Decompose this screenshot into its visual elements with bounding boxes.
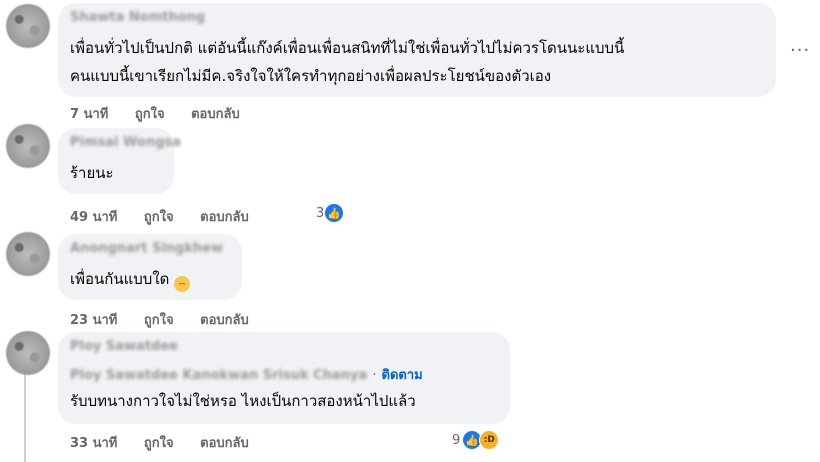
comment-bubble: Anongnart Singkhew เพื่อนกันแบบใด ‐‐ [58,234,242,300]
avatar[interactable] [6,331,50,375]
avatar[interactable] [6,124,50,168]
comment-text: เพื่อนกันแบบใด [70,270,170,288]
comment-time[interactable]: 23 นาที [70,313,117,328]
reaction-count: 3 [316,205,325,221]
reaction-summary[interactable]: 9 👍 :D [452,430,500,450]
reply-button[interactable]: ตอบกลับ [200,313,249,328]
comment-actions: 33 นาที ถูกใจ ตอบกลับ [70,432,271,453]
avatar[interactable] [6,232,50,276]
unamused-face-icon: ‐‐ [174,276,191,292]
avatar[interactable] [6,4,50,48]
comment-text-line: คนแบบนี้เขาเรียกไม่มีค.จริงใจให้ใครทำทุก… [70,67,552,85]
like-button[interactable]: ถูกใจ [144,313,174,328]
comment-text-line: เพื่อนทั่วไปเป็นปกติ แต่อันนี้แก๊งค์เพื่… [70,39,625,57]
comment-time[interactable]: 49 นาที [70,210,117,225]
reaction-summary[interactable]: 3 👍 [316,203,345,223]
comment-text-line: รับบทนางกาวใจไม่ใช่หรอ ไหงเป็นกาวสองหน้า… [70,392,416,410]
comment-actions: 49 นาที ถูกใจ ตอบกลับ [70,206,271,227]
comment-text-line: ร้ายนะ [70,164,114,182]
comment-bubble: Shawta Nomthong เพื่อนทั่วไปเป็นปกติ แต่… [58,3,776,97]
comment-author[interactable]: Shawta Nomthong [70,10,205,25]
reply-button[interactable]: ตอบกลับ [200,210,249,225]
like-button[interactable]: ถูกใจ [135,107,165,122]
comment-author-tag: Ploy Sawatdee Kanokwan Srisuk Chanya [70,368,368,383]
comment-time[interactable]: 7 นาที [70,107,108,122]
comment-actions: 23 นาที ถูกใจ ตอบกลับ [70,309,271,330]
more-options-icon[interactable]: ··· [790,40,810,61]
comment-time[interactable]: 33 นาที [70,436,117,451]
comment-author[interactable]: Ploy Sawatdee [70,339,178,354]
comment-author-extra: Ploy Sawatdee Kanokwan Srisuk Chanya · ต… [70,364,423,385]
comment-author[interactable]: Anongnart Singkhew [70,241,223,256]
comment-text-line: เพื่อนกันแบบใด ‐‐ [70,268,191,292]
comment-bubble: Ploy Sawatdee Ploy Sawatdee Kanokwan Sri… [58,332,510,424]
comment-bubble: Pimsai Wongsa ร้ายนะ [58,128,181,194]
like-button[interactable]: ถูกใจ [144,210,174,225]
reply-button[interactable]: ตอบกลับ [191,107,240,122]
like-icon: 👍 [324,203,345,223]
like-button[interactable]: ถูกใจ [144,436,174,451]
haha-icon: :D [479,430,500,450]
separator-dot: · [372,368,377,383]
thread-line [24,360,26,462]
reply-button[interactable]: ตอบกลับ [200,436,249,451]
follow-button[interactable]: ติดตาม [382,368,423,383]
comment-author[interactable]: Pimsai Wongsa [70,135,181,150]
comment-actions: 7 นาที ถูกใจ ตอบกลับ [70,103,262,124]
reaction-count: 9 [452,432,461,448]
